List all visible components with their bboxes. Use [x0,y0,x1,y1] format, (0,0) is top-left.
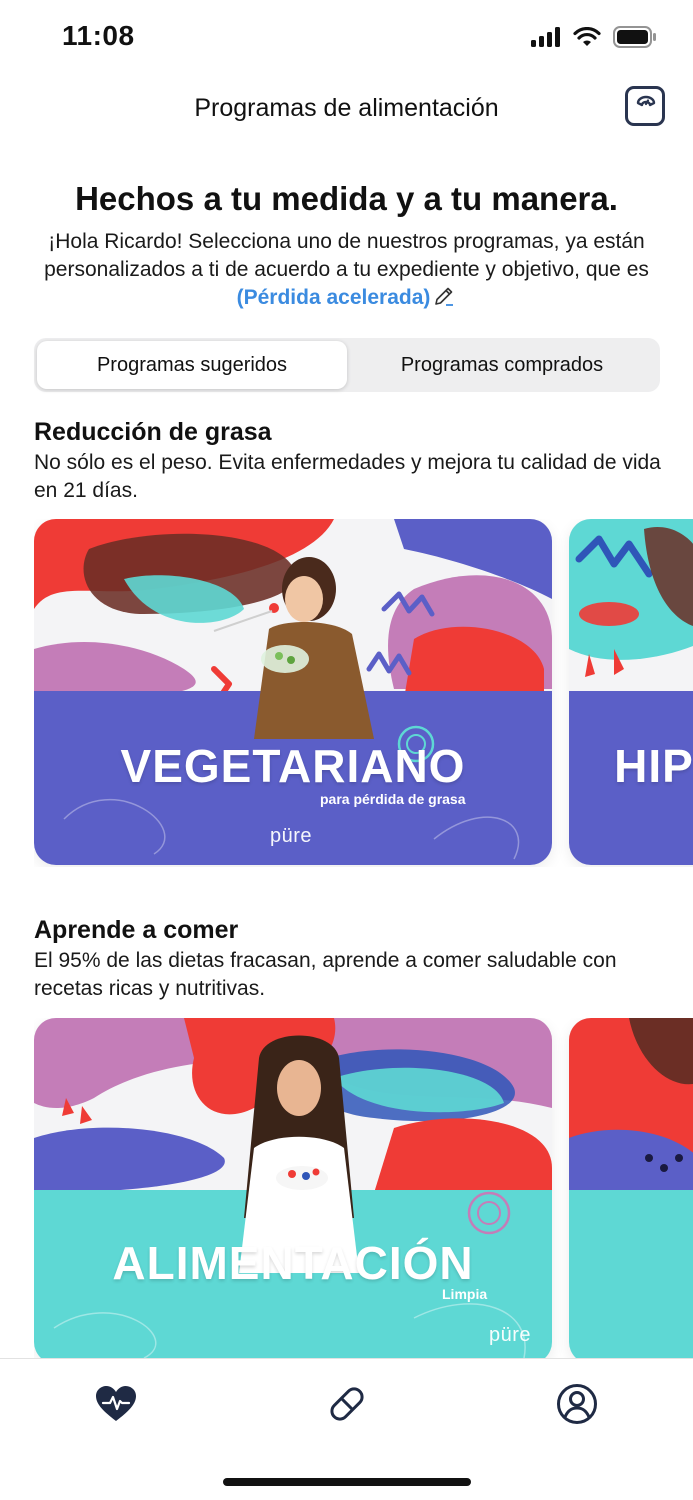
section-title: Reducción de grasa [34,418,272,446]
program-card-title: ALIMENTACIÓN [112,1237,474,1289]
program-carousel-fat-reduction[interactable]: VEGETARIANO para pérdida de grasa püre H… [34,519,693,867]
program-card-partial[interactable] [569,1018,693,1364]
program-card-vegetarian[interactable]: VEGETARIANO para pérdida de grasa püre [34,519,552,865]
profile-icon [557,1384,597,1424]
program-segmented-control: Programas sugeridos Programas comprados [34,338,660,392]
program-card-subtitle: para pérdida de grasa [320,791,466,807]
program-card-subtitle: Limpia [442,1286,488,1302]
status-bar: 11:08 [0,0,693,76]
program-card-artwork [569,519,693,865]
program-card-artwork [34,519,552,865]
headline: Hechos a tu medida y a tu manera. [75,180,618,217]
section-title: Aprende a comer [34,916,239,944]
cellular-signal-icon [531,27,560,47]
scale-button[interactable] [625,86,665,126]
page-title: Programas de alimentación [194,94,499,122]
heart-pulse-icon [96,1386,136,1421]
program-carousel-learn-to-eat[interactable]: ALIMENTACIÓN Limpia püre [34,1018,693,1366]
program-card-title: HIP [614,740,693,792]
program-card-partial[interactable]: HIP [569,519,693,865]
tab-medication[interactable] [324,1381,370,1427]
goal-link[interactable]: (Pérdida acelerada) [237,286,431,309]
program-card-title: VEGETARIANO [120,740,466,792]
wifi-icon [573,27,601,46]
home-indicator [223,1478,471,1486]
tab-purchased-programs[interactable]: Programas comprados [347,341,657,389]
tab-profile[interactable] [554,1381,600,1427]
tab-suggested-programs[interactable]: Programas sugeridos [37,341,347,389]
status-time: 11:08 [62,20,135,51]
section-description: No sólo es el peso. Evita enfermedades y… [34,451,661,502]
intro-text: ¡Hola Ricardo! Selecciona uno de nuestro… [40,228,653,312]
program-card-clean-eating[interactable]: ALIMENTACIÓN Limpia püre [34,1018,552,1364]
brand-logo: püre [270,825,313,847]
brand-logo: püre [489,1324,532,1346]
program-card-artwork [569,1018,693,1364]
status-icons [531,26,657,48]
section-description: El 95% de las dietas fracasan, aprende a… [34,949,617,1000]
scale-icon [636,95,656,107]
intro-message: ¡Hola Ricardo! Selecciona uno de nuestro… [44,230,649,281]
tab-health[interactable] [93,1381,139,1427]
program-card-artwork [34,1018,552,1364]
battery-icon [613,26,656,48]
pill-icon [330,1387,364,1421]
pencil-edit-icon[interactable] [432,284,456,308]
